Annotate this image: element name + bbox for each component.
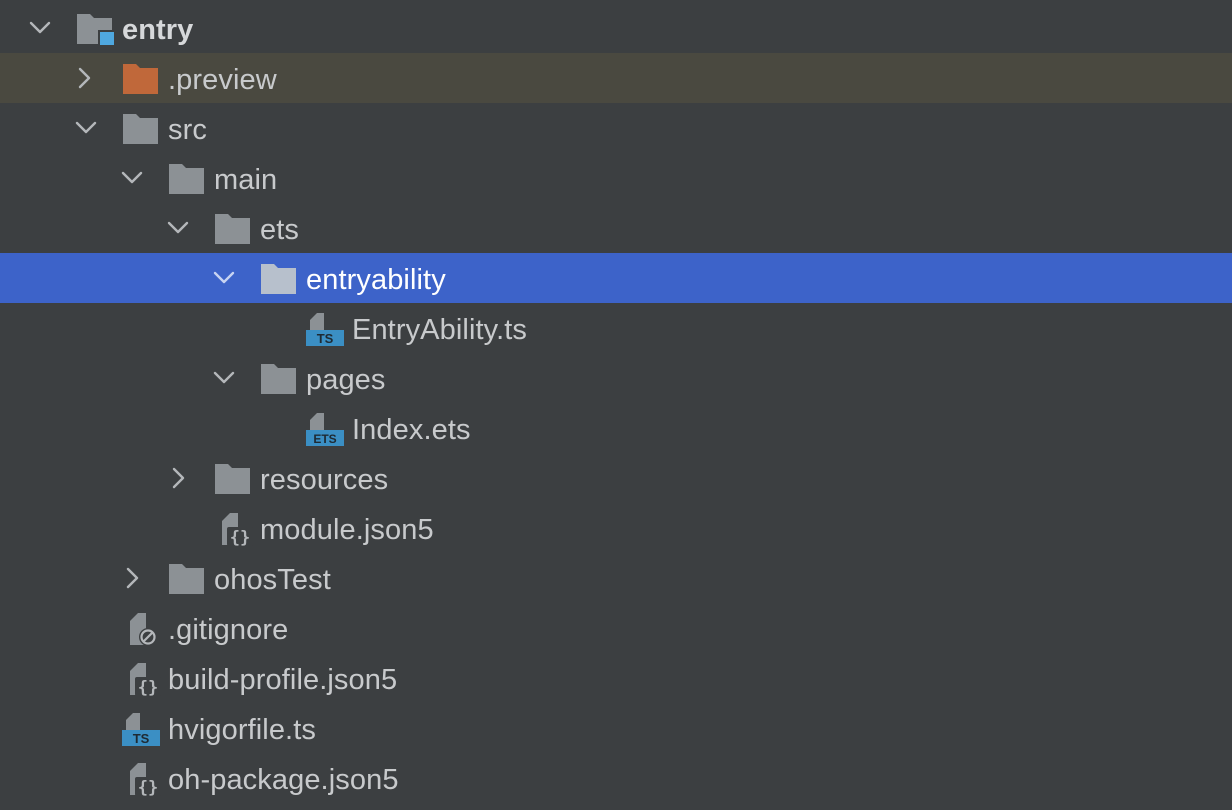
folder-icon [260,262,300,296]
tree-row-module-json5[interactable]: {} module.json5 [0,503,1232,553]
tree-label-ohos-test: ohosTest [214,564,331,596]
tree-row-ohos-test[interactable]: ohosTest [0,553,1232,603]
svg-text:{}: {} [138,678,158,696]
json5-file-icon: {} [126,662,166,696]
tree-label-entry-ability-ts: EntryAbility.ts [352,314,528,346]
tree-label-hvigorfile: hvigorfile.ts [168,714,316,746]
folder-icon [260,362,300,396]
tree-row-preview[interactable]: .preview [0,53,1232,103]
json5-file-icon: {} [126,762,166,796]
chevron-right-icon[interactable] [120,566,144,590]
chevron-down-icon[interactable] [120,166,144,190]
tree-row-entry-ability-ts[interactable]: TS EntryAbility.ts [0,303,1232,353]
tree-label-entryability: entryability [306,264,446,296]
chevron-down-icon[interactable] [74,116,98,140]
tree-label-main: main [214,164,278,196]
tree-row-src[interactable]: src [0,103,1232,153]
chevron-down-icon[interactable] [28,16,52,40]
typescript-file-icon: TS [306,312,346,346]
typescript-file-icon: TS [122,712,162,746]
tree-row-main[interactable]: main [0,153,1232,203]
tree-row-ets[interactable]: ets [0,203,1232,253]
tree-row-resources[interactable]: resources [0,453,1232,503]
chevron-right-icon[interactable] [166,466,190,490]
tree-label-oh-package: oh-package.json5 [168,764,399,796]
ts-badge-text: TS [317,331,334,346]
json5-file-icon: {} [218,512,258,546]
chevron-down-icon[interactable] [212,366,236,390]
tree-row-entry[interactable]: entry [0,3,1232,53]
tree-row-gitignore[interactable]: .gitignore [0,603,1232,653]
ets-file-icon: ETS [306,412,346,446]
tree-row-hvigorfile[interactable]: TS hvigorfile.ts [0,703,1232,753]
tree-label-entry: entry [122,14,194,46]
tree-label-pages: pages [306,364,386,396]
project-tree: entry .preview src main ets entryability… [0,0,1232,810]
tree-label-index-ets: Index.ets [352,414,471,446]
chevron-down-icon[interactable] [166,216,190,240]
tree-label-ets: ets [260,214,299,246]
ets-badge-text: ETS [313,432,336,446]
module-folder-icon [76,12,116,46]
tree-label-gitignore: .gitignore [168,614,289,646]
tree-label-module-json5: module.json5 [260,514,434,546]
tree-row-oh-package[interactable]: {} oh-package.json5 [0,753,1232,803]
folder-icon [122,112,162,146]
folder-icon [168,162,208,196]
tree-label-resources: resources [260,464,389,496]
tree-label-preview: .preview [168,64,277,96]
tree-row-build-profile[interactable]: {} build-profile.json5 [0,653,1232,703]
folder-icon [168,562,208,596]
tree-row-index-ets[interactable]: ETS Index.ets [0,403,1232,453]
ignore-file-icon [126,612,166,646]
folder-icon [214,462,254,496]
chevron-right-icon[interactable] [72,66,96,90]
svg-text:{}: {} [138,778,158,796]
svg-text:{}: {} [230,528,250,546]
ts-badge-text: TS [133,731,150,746]
tree-label-src: src [168,114,207,146]
excluded-folder-icon [122,62,162,96]
tree-row-entryability[interactable]: entryability [0,253,1232,303]
folder-icon [214,212,254,246]
tree-row-pages[interactable]: pages [0,353,1232,403]
tree-label-build-profile: build-profile.json5 [168,664,398,696]
chevron-down-icon[interactable] [212,266,236,290]
